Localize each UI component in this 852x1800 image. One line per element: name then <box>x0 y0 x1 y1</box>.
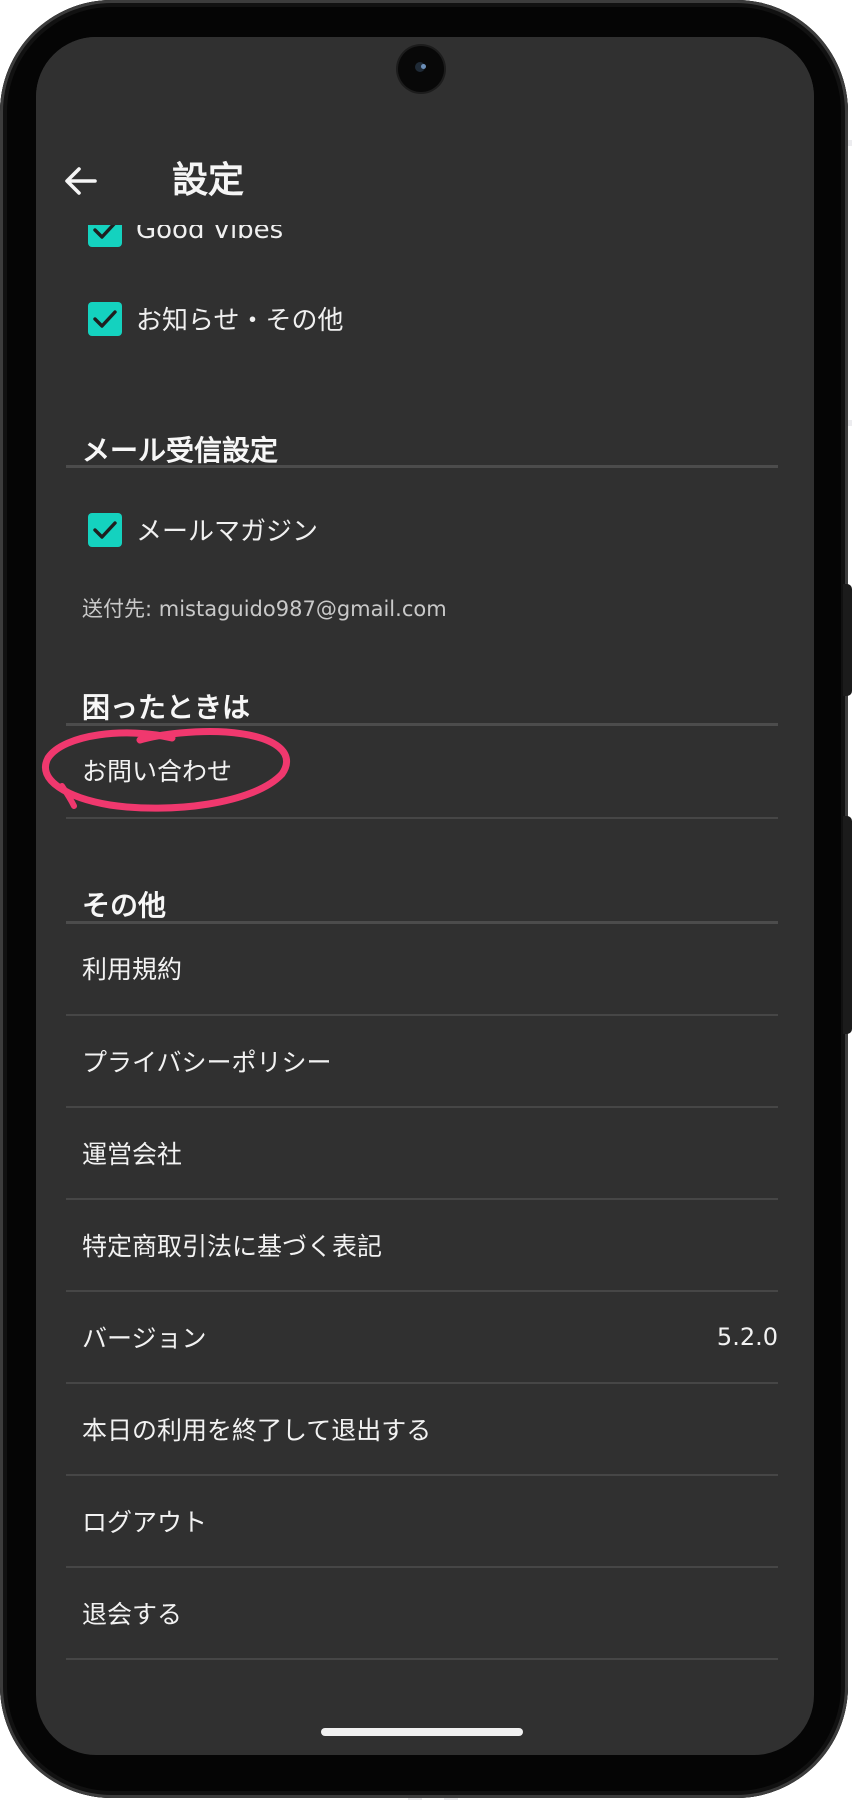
home-indicator[interactable] <box>321 1728 523 1736</box>
power-button <box>843 816 852 1034</box>
menu-item-label: 本日の利用を終了して退出する <box>82 1416 432 1445</box>
back-button[interactable] <box>58 158 104 204</box>
checkbox-label: Good Vibes <box>136 225 284 245</box>
section-header-other: その他 <box>82 889 167 922</box>
menu-item-end-session[interactable]: 本日の利用を終了して退出する <box>66 1384 778 1474</box>
menu-item-contact[interactable]: お問い合わせ <box>66 725 778 815</box>
checkbox-label: メールマガジン <box>136 517 319 547</box>
menu-item-logout[interactable]: ログアウト <box>66 1476 778 1566</box>
menu-item-label: 退会する <box>82 1600 183 1629</box>
version-number: 5.2.0 <box>716 1323 778 1351</box>
item-divider <box>66 1658 778 1660</box>
check-icon <box>93 520 117 539</box>
notification-item-good-vibes[interactable]: Good Vibes <box>88 225 488 259</box>
section-header-help: 困ったときは <box>82 691 251 724</box>
menu-item-label: 特定商取引法に基づく表記 <box>82 1232 383 1261</box>
checkbox-label: お知らせ・その他 <box>136 306 344 336</box>
page-title: 設定 <box>172 160 245 201</box>
menu-item-label: お問い合わせ <box>82 757 233 786</box>
menu-item-label: 運営会社 <box>82 1140 183 1169</box>
checkbox[interactable] <box>88 301 122 336</box>
checkbox[interactable] <box>88 225 122 247</box>
menu-item-terms[interactable]: 利用規約 <box>66 923 778 1013</box>
menu-item-privacy-policy[interactable]: プライバシーポリシー <box>66 1016 778 1106</box>
section-header-mail: メール受信設定 <box>82 434 279 467</box>
check-icon <box>93 225 116 239</box>
arrow-left-icon <box>65 167 97 195</box>
settings-list: Good Vibes お知らせ・その他 メール受信設定 メールマガジン 送付先:… <box>36 37 814 1755</box>
checkbox[interactable] <box>88 512 122 547</box>
menu-item-withdraw[interactable]: 退会する <box>66 1568 778 1658</box>
menu-item-company[interactable]: 運営会社 <box>66 1108 778 1198</box>
phone-screen: Good Vibes お知らせ・その他 メール受信設定 メールマガジン 送付先:… <box>36 37 814 1755</box>
notification-item-news[interactable]: お知らせ・その他 <box>88 300 343 337</box>
menu-item-version[interactable]: バージョン 5.2.0 <box>66 1292 778 1382</box>
camera-glint <box>421 64 426 69</box>
menu-item-label: 利用規約 <box>82 955 183 984</box>
section-divider <box>66 465 778 468</box>
menu-item-commercial-law[interactable]: 特定商取引法に基づく表記 <box>66 1200 778 1290</box>
menu-item-label: プライバシーポリシー <box>82 1048 332 1077</box>
mail-item-magazine[interactable]: メールマガジン <box>88 511 318 548</box>
check-icon <box>93 309 117 328</box>
menu-item-label: バージョン <box>82 1324 207 1353</box>
front-camera <box>398 46 444 92</box>
menu-item-label: ログアウト <box>82 1508 208 1537</box>
item-divider <box>66 817 778 819</box>
mail-recipient-text: 送付先: mistaguido987@gmail.com <box>82 597 447 621</box>
volume-button <box>843 584 852 696</box>
